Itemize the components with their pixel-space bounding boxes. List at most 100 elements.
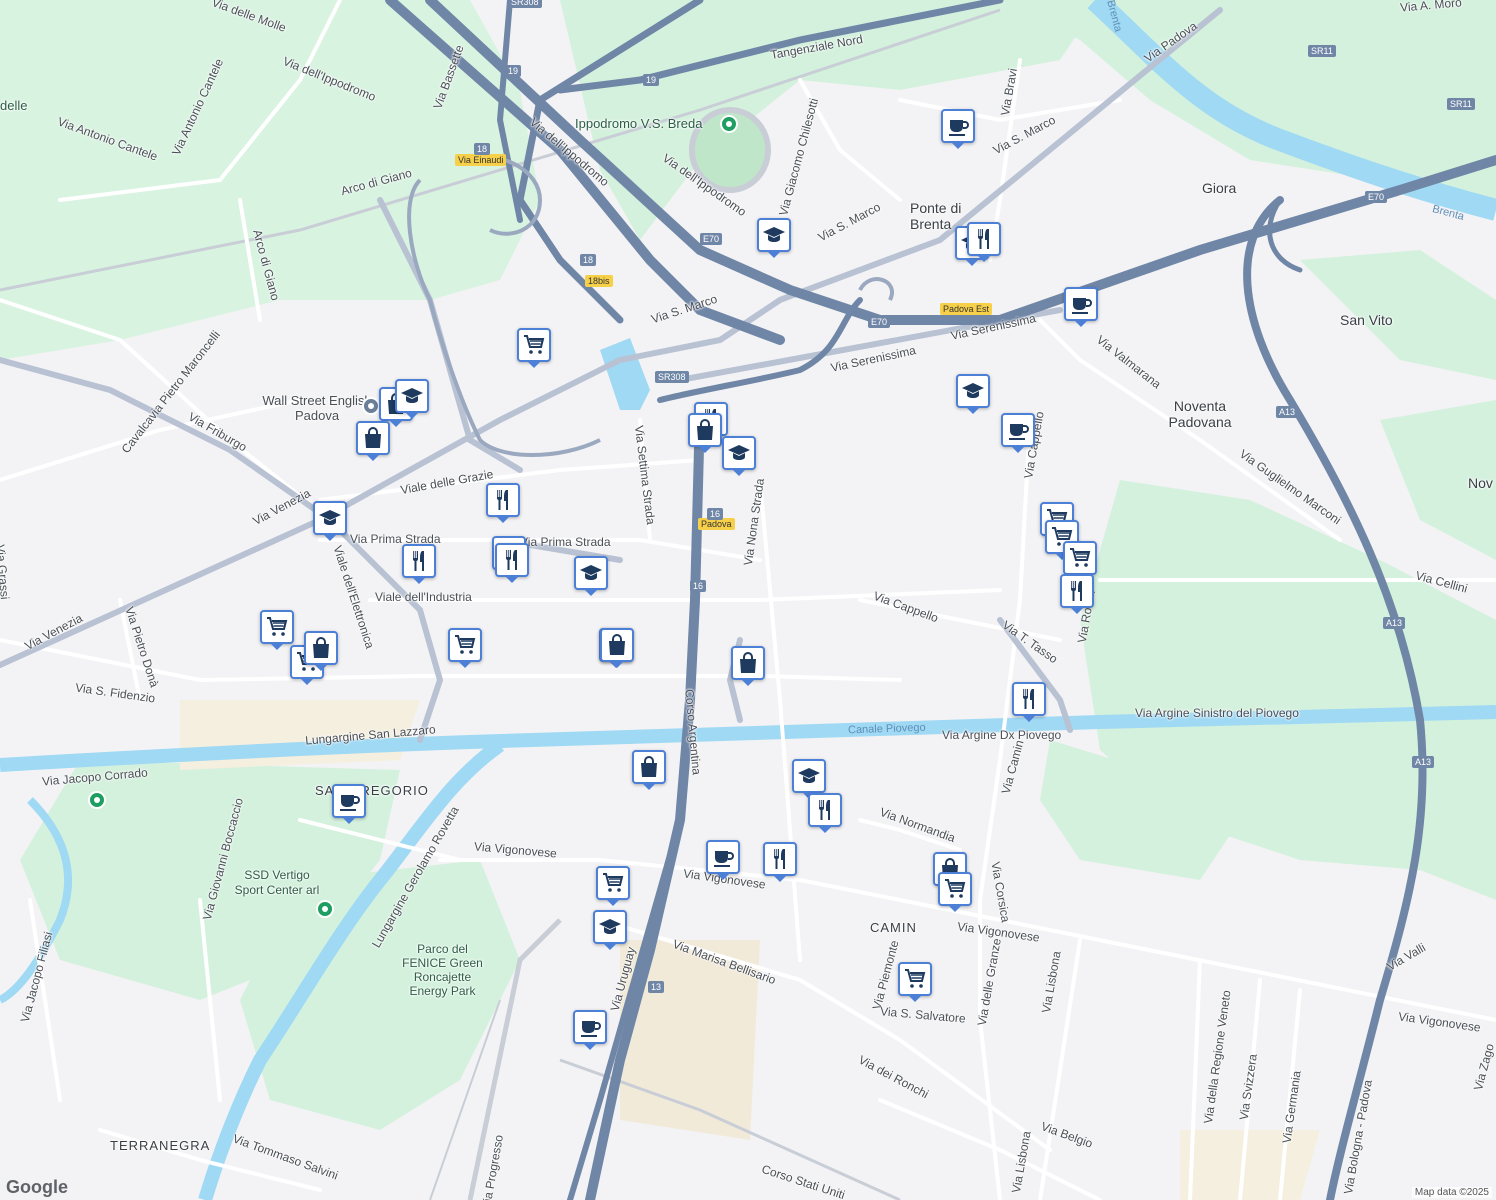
area-label: CAMIN [870, 920, 917, 935]
coffee-icon [581, 1021, 601, 1037]
graduation-cap-icon [728, 445, 750, 460]
shopping-bag-icon [740, 652, 756, 673]
graduation-cap-icon [401, 388, 423, 403]
road-shield: 16 [707, 508, 724, 520]
road-shield: 13 [648, 981, 665, 993]
restaurant-icon [773, 849, 785, 869]
map-attribution[interactable]: Map data ©2025 [1411, 1187, 1492, 1198]
road-shield: 16 [690, 580, 707, 592]
marker-restaurant[interactable] [763, 842, 797, 882]
road-shield: 18 [580, 254, 597, 266]
restaurant-icon [818, 800, 830, 820]
graduation-cap-icon [763, 227, 785, 242]
restaurant-icon [496, 490, 508, 510]
shopping-bag-icon [365, 427, 381, 448]
road-shield: SR11 [1447, 98, 1475, 110]
road-shield: SR308 [508, 0, 542, 8]
area-label: Noventa Padovana [1168, 398, 1232, 430]
marker-cafe[interactable] [1001, 413, 1035, 453]
park-pin-icon[interactable] [720, 115, 738, 133]
street-label: Via Argine Sinistro del Piovego [1135, 706, 1299, 720]
graduation-cap-icon [319, 510, 341, 525]
marker-restaurant[interactable] [495, 543, 529, 583]
marker-restaurant[interactable] [1060, 574, 1094, 614]
marker-school[interactable] [956, 374, 990, 414]
poi-label[interactable]: Parco del FENICE Green Roncajette Energy… [395, 942, 490, 998]
road-shield: E70 [1365, 191, 1388, 203]
marker-school[interactable] [722, 436, 756, 476]
marker-supermarket[interactable] [1063, 541, 1097, 581]
marker-cafe[interactable] [1064, 287, 1098, 327]
shopping-cart-icon [603, 873, 624, 892]
marker-supermarket[interactable] [448, 628, 482, 668]
restaurant-icon [505, 550, 517, 570]
poi-label[interactable]: Ippodromo V.S. Breda [575, 116, 702, 131]
shopping-cart-icon [905, 969, 926, 988]
area-label: TERRANEGRA [110, 1138, 211, 1153]
marker-shop[interactable] [304, 631, 338, 671]
road-shield: Padova Est [940, 303, 993, 315]
park-pin-icon[interactable] [316, 900, 334, 918]
road-shield: A13 [1412, 756, 1435, 768]
marker-restaurant[interactable] [808, 793, 842, 833]
marker-shop[interactable] [356, 421, 390, 461]
map-canvas[interactable]: Via delle Molle Via dell'Ippodromo Via B… [0, 0, 1496, 1200]
marker-supermarket[interactable] [517, 328, 551, 368]
park-pin-icon[interactable] [88, 791, 106, 809]
restaurant-icon [412, 551, 424, 571]
marker-restaurant[interactable] [486, 483, 520, 523]
road-shield: 19 [643, 74, 660, 86]
coffee-icon [340, 795, 360, 811]
google-logo: Google [6, 1177, 68, 1197]
coffee-icon [949, 120, 969, 136]
coffee-icon [1009, 424, 1029, 440]
street-label: Via Prima Strada [520, 535, 611, 549]
shopping-bag-icon [641, 756, 657, 777]
marker-cafe[interactable] [706, 840, 740, 880]
marker-supermarket[interactable] [260, 610, 294, 650]
marker-cafe[interactable] [941, 109, 975, 149]
school-pin-icon[interactable] [362, 397, 380, 415]
marker-cafe[interactable] [573, 1010, 607, 1050]
map-base-layer [0, 0, 1496, 1200]
shopping-cart-icon [524, 335, 545, 354]
shopping-cart-icon [455, 635, 476, 654]
shopping-bag-icon [313, 637, 329, 658]
area-label: San Vito [1340, 312, 1393, 328]
marker-school[interactable] [792, 759, 826, 799]
poi-label[interactable]: Wall Street English Padova [262, 393, 372, 423]
marker-restaurant[interactable] [967, 222, 1001, 262]
marker-school[interactable] [395, 379, 429, 419]
marker-shop[interactable] [688, 413, 722, 453]
marker-school[interactable] [757, 218, 791, 258]
marker-cafe[interactable] [332, 784, 366, 824]
area-label: Nov [1468, 475, 1493, 491]
marker-school[interactable] [313, 501, 347, 541]
marker-supermarket[interactable] [898, 962, 932, 1002]
street-label: Via Argine Dx Piovego [942, 728, 1062, 742]
shopping-cart-icon [945, 879, 966, 898]
marker-restaurant[interactable] [1012, 682, 1046, 722]
road-shield: Via Einaudi [455, 154, 507, 166]
area-label: Giora [1202, 180, 1237, 196]
graduation-cap-icon [962, 383, 984, 398]
graduation-cap-icon [798, 768, 820, 783]
marker-supermarket[interactable] [596, 866, 630, 906]
shopping-cart-icon [1070, 548, 1091, 567]
marker-supermarket[interactable] [938, 872, 972, 912]
marker-shop[interactable] [632, 750, 666, 790]
marker-shop[interactable] [600, 628, 634, 668]
restaurant-icon [1070, 581, 1082, 601]
road-shield: SR11 [1308, 45, 1336, 57]
road-shield: SR308 [655, 371, 689, 383]
marker-restaurant[interactable] [402, 544, 436, 584]
poi-label: delle [0, 98, 28, 113]
shopping-bag-icon [609, 634, 625, 655]
poi-label[interactable]: SSD Vertigo Sport Center arl [232, 868, 322, 898]
road-shield: 19 [505, 65, 522, 77]
marker-school[interactable] [593, 910, 627, 950]
marker-shop[interactable] [731, 646, 765, 686]
road-shield: E70 [700, 233, 723, 245]
marker-school[interactable] [574, 556, 608, 596]
restaurant-icon [1022, 689, 1034, 709]
